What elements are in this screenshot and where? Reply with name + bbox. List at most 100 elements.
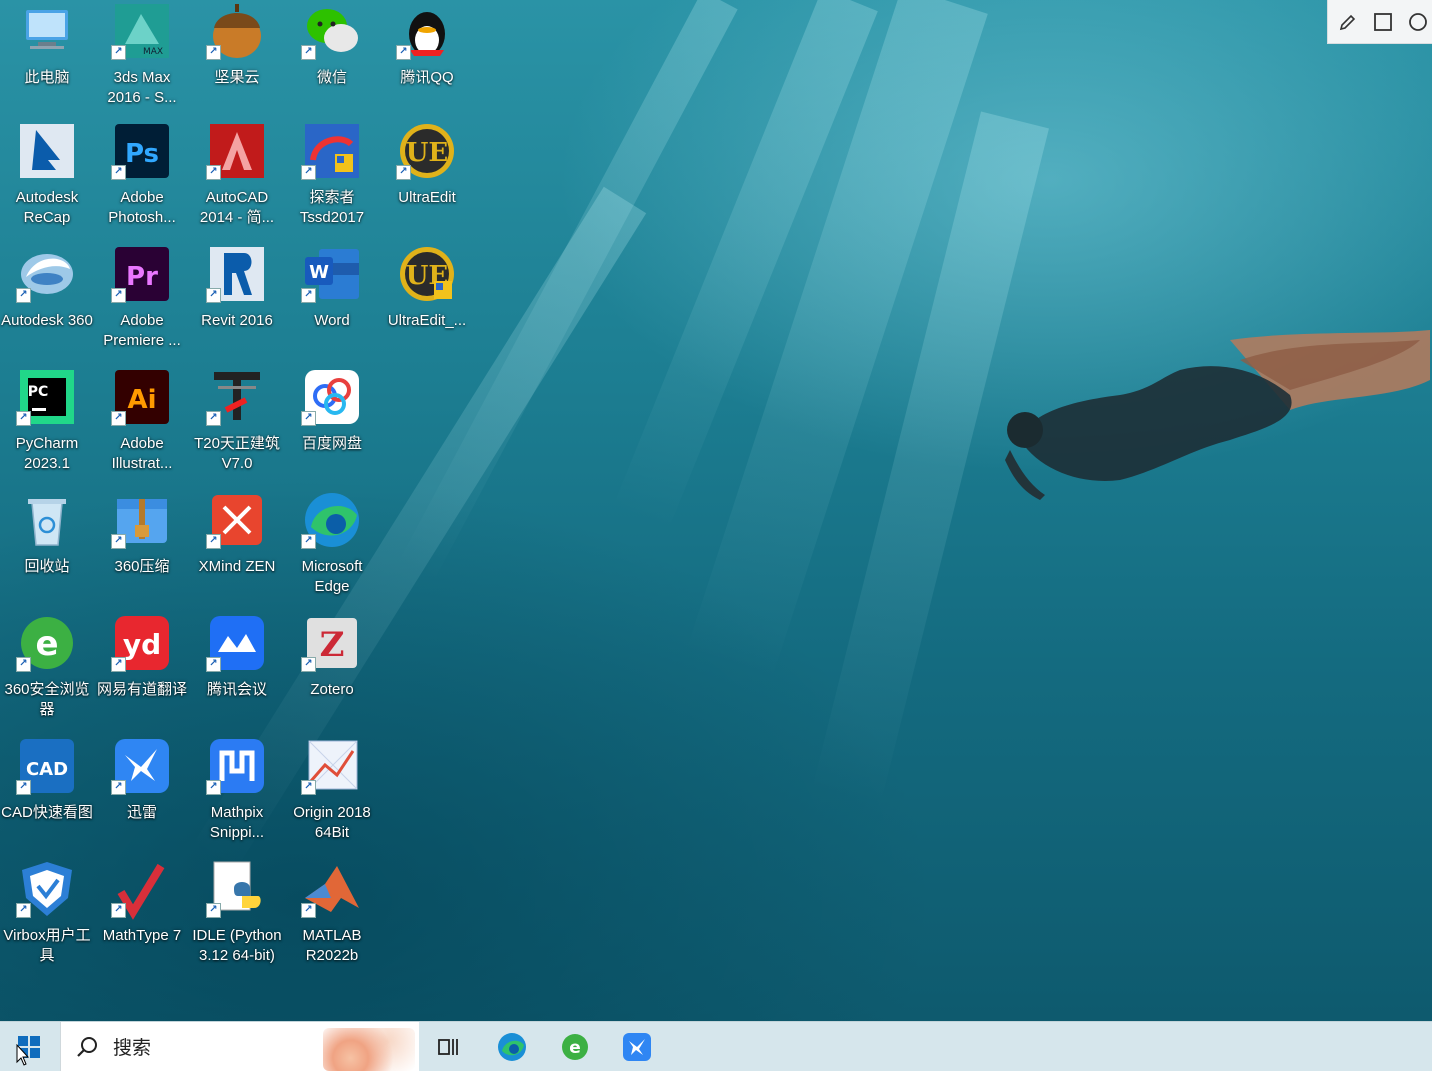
desktop-icon-youdao[interactable]: yd ↗ 网易有道翻译 xyxy=(95,612,189,730)
python-idle-icon: ↗ xyxy=(206,858,268,920)
desktop-icon-label: 坚果云 xyxy=(214,69,260,86)
desktop-icon-label: Origin 2018 64Bit xyxy=(293,804,371,841)
desktop-icon-label: Mathpix Snippi... xyxy=(209,804,265,841)
desktop-icon-label: CAD快速看图 xyxy=(1,804,93,821)
desktop-icon-recap[interactable]: Autodesk ReCap xyxy=(0,120,94,238)
desktop-icon-word[interactable]: W ↗ Word xyxy=(285,243,379,361)
desktop-icon-label: UltraEdit xyxy=(398,189,456,206)
desktop-icon-mathtype[interactable]: ↗ MathType 7 xyxy=(95,858,189,976)
desktop-icon-label: Microsoft Edge xyxy=(301,558,363,595)
recap-icon xyxy=(16,120,78,182)
shortcut-arrow-icon: ↗ xyxy=(111,657,126,672)
desktop-icon-tencent-meeting[interactable]: ↗ 腾讯会议 xyxy=(190,612,284,730)
desktop-icon-360zip[interactable]: ↗ 360压缩 xyxy=(95,489,189,607)
desktop-icon-this-pc[interactable]: 此电脑 xyxy=(0,0,94,118)
taskbar-xunlei[interactable] xyxy=(620,1030,654,1064)
task-view-button[interactable] xyxy=(432,1030,466,1064)
svg-text:UE: UE xyxy=(406,138,449,168)
shortcut-arrow-icon: ↗ xyxy=(301,657,316,672)
rectangle-icon[interactable] xyxy=(1369,7,1398,37)
desktop-icon-xunlei[interactable]: ↗ 迅雷 xyxy=(95,735,189,853)
desktop-icon-ultraedit[interactable]: UE ↗ UltraEdit xyxy=(380,120,474,238)
shortcut-arrow-icon: ↗ xyxy=(111,534,126,549)
shortcut-arrow-icon: ↗ xyxy=(111,780,126,795)
desktop-icon-label: IDLE (Python 3.12 64-bit) xyxy=(192,927,282,964)
desktop-icon-mathpix[interactable]: ↗ Mathpix Snippi... xyxy=(190,735,284,853)
desktop-icon-ultraedit2[interactable]: UE UltraEdit_... xyxy=(380,243,474,361)
recycle-bin-icon xyxy=(16,489,78,551)
desktop-icon-origin[interactable]: ↗ Origin 2018 64Bit xyxy=(285,735,379,853)
taskbar-360-browser[interactable]: e xyxy=(558,1030,592,1064)
wechat-icon: ↗ xyxy=(301,0,363,62)
desktop-icon-photoshop[interactable]: Ps ↗ Adobe Photosh... xyxy=(95,120,189,238)
diver-image xyxy=(1005,330,1430,500)
shortcut-arrow-icon: ↗ xyxy=(16,288,31,303)
desktop-icon-baidu-netdisk[interactable]: ↗ 百度网盘 xyxy=(285,366,379,484)
edge-icon: ↗ xyxy=(301,489,363,551)
taskbar-edge[interactable] xyxy=(495,1030,529,1064)
taskbar-search-box[interactable]: 搜索 xyxy=(60,1022,419,1071)
desktop-icon-label: 探索者 Tssd2017 xyxy=(299,189,365,226)
shortcut-arrow-icon: ↗ xyxy=(301,534,316,549)
shortcut-arrow-icon: ↗ xyxy=(111,288,126,303)
360zip-icon: ↗ xyxy=(111,489,173,551)
desktop-icon-label: Adobe Photosh... xyxy=(108,189,176,226)
desktop-icon-wechat[interactable]: ↗ 微信 xyxy=(285,0,379,118)
desktop-icon-jianguoyun[interactable]: ↗ 坚果云 xyxy=(190,0,284,118)
circle-icon[interactable] xyxy=(1403,7,1432,37)
desktop-icon-label: 3ds Max 2016 - S... xyxy=(107,69,177,106)
mathtype-icon: ↗ xyxy=(111,858,173,920)
photoshop-icon: Ps ↗ xyxy=(111,120,173,182)
desktop-icon-label: 360压缩 xyxy=(114,558,170,575)
svg-text:Ps: Ps xyxy=(125,139,159,169)
desktop-icon-label: Autodesk 360 xyxy=(1,312,93,329)
tssd-icon: ↗ xyxy=(301,120,363,182)
desktop-icon-revit[interactable]: ↗ Revit 2016 xyxy=(190,243,284,361)
t20-icon: ↗ xyxy=(206,366,268,428)
desktop-icon-xmind[interactable]: ↗ XMind ZEN xyxy=(190,489,284,607)
desktop-icon-qq[interactable]: ↗ 腾讯QQ xyxy=(380,0,474,118)
desktop-icon-t20[interactable]: ↗ T20天正建筑 V7.0 xyxy=(190,366,284,484)
desktop-icon-label: 百度网盘 xyxy=(301,435,362,452)
desktop-icon-premiere[interactable]: Pr ↗ Adobe Premiere ... xyxy=(95,243,189,361)
svg-text:MAX: MAX xyxy=(143,47,163,57)
mouse-pointer-icon xyxy=(16,1044,30,1066)
desktop-icon-label: Autodesk ReCap xyxy=(15,189,79,226)
desktop-icon-matlab[interactable]: ↗ MATLAB R2022b xyxy=(285,858,379,976)
desktop-icon-label: XMind ZEN xyxy=(198,558,276,575)
desktop-icon-autodesk360[interactable]: ↗ Autodesk 360 xyxy=(0,243,94,361)
desktop-icon-label: MathType 7 xyxy=(102,927,182,944)
desktop-icon-zotero[interactable]: Z ↗ Zotero xyxy=(285,612,379,730)
360-browser-icon: e ↗ xyxy=(16,612,78,674)
desktop-icon-label: 腾讯QQ xyxy=(400,69,454,86)
svg-text:Ai: Ai xyxy=(127,385,156,415)
xunlei-icon xyxy=(623,1033,651,1061)
shortcut-arrow-icon: ↗ xyxy=(301,411,316,426)
shortcut-arrow-icon: ↗ xyxy=(206,288,221,303)
shortcut-arrow-icon: ↗ xyxy=(396,165,411,180)
desktop-icon-pycharm[interactable]: PC ↗ PyCharm 2023.1 xyxy=(0,366,94,484)
shortcut-arrow-icon: ↗ xyxy=(111,903,126,918)
desktop-icon-label: 微信 xyxy=(316,69,347,86)
desktop-icon-cad-viewer[interactable]: CAD ↗ CAD快速看图 xyxy=(0,735,94,853)
desktop-icon-3dsmax[interactable]: MAX ↗ 3ds Max 2016 - S... xyxy=(95,0,189,118)
autocad-icon: ↗ xyxy=(206,120,268,182)
desktop-icon-360-browser[interactable]: e ↗ 360安全浏览器 xyxy=(0,612,94,730)
edge-icon xyxy=(498,1033,526,1061)
desktop-icon-tssd[interactable]: ↗ 探索者 Tssd2017 xyxy=(285,120,379,238)
virbox-icon: ↗ xyxy=(16,858,78,920)
svg-text:W: W xyxy=(309,262,329,283)
desktop-icon-python-idle[interactable]: ↗ IDLE (Python 3.12 64-bit) xyxy=(190,858,284,976)
ultraedit2-icon: UE xyxy=(396,243,458,305)
desktop-icon-label: MATLAB R2022b xyxy=(302,927,362,964)
matlab-icon: ↗ xyxy=(301,858,363,920)
cad-viewer-icon: CAD ↗ xyxy=(16,735,78,797)
desktop-icon-virbox[interactable]: ↗ Virbox用户工具 xyxy=(0,858,94,976)
svg-text:PC: PC xyxy=(28,384,49,400)
desktop-icon-autocad[interactable]: ↗ AutoCAD 2014 - 简... xyxy=(190,120,284,238)
shortcut-arrow-icon: ↗ xyxy=(111,411,126,426)
desktop-icon-recycle-bin[interactable]: 回收站 xyxy=(0,489,94,607)
pencil-icon[interactable] xyxy=(1334,7,1363,37)
desktop-icon-illustrator[interactable]: Ai ↗ Adobe Illustrat... xyxy=(95,366,189,484)
desktop-icon-edge[interactable]: ↗ Microsoft Edge xyxy=(285,489,379,607)
